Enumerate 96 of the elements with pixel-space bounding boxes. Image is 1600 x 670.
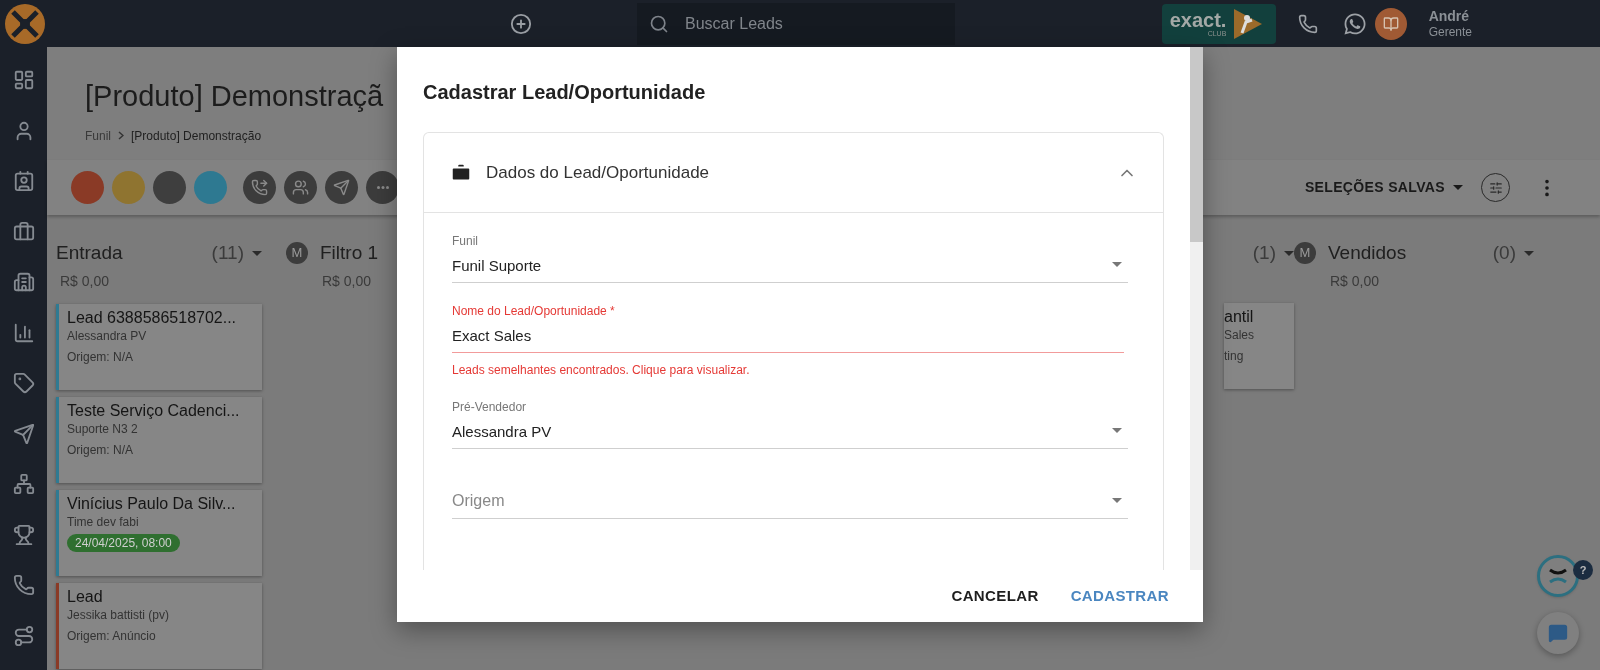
people-icon [292, 179, 309, 196]
field-label: Nome do Lead/Oportunidade * [452, 302, 616, 320]
column-badge: M [1294, 242, 1316, 264]
dialog-title: Cadastrar Lead/Oportunidade [422, 80, 707, 105]
column-total: R$ 0,00 [59, 272, 111, 291]
color-filter[interactable] [194, 171, 227, 204]
column-title: Filtro 1 [320, 240, 379, 265]
select-field[interactable]: Pré-Vendedor Alessandra PV [452, 399, 1128, 449]
column-count-dropdown[interactable]: (1) [1252, 238, 1294, 268]
column-count-dropdown[interactable]: (0) [1492, 238, 1534, 268]
card-title: Teste Serviço Cadenci... [67, 401, 241, 421]
field-placeholder: Origem [452, 491, 506, 511]
lead-card[interactable]: Lead Jessika battisti (pv) Origem: Anúncio [56, 583, 262, 669]
briefcase-icon [450, 161, 472, 184]
saved-selections-dropdown[interactable]: SELEÇÕES SALVAS [1304, 177, 1463, 198]
color-filter[interactable] [112, 171, 145, 204]
input-field[interactable]: Nome do Lead/Oportunidade * Exact Sales [452, 303, 1124, 353]
dropdown-caret-icon [1112, 262, 1122, 267]
column-total: R$ 0,00 [321, 272, 373, 291]
field-value: Alessandra PV [452, 421, 553, 442]
column-title: Entrada [56, 240, 123, 265]
column-total: R$ 0,00 [1329, 272, 1381, 291]
hierarchy-icon[interactable] [12, 473, 35, 495]
user-role: Gerente [1428, 23, 1472, 40]
select-field[interactable]: Origem [452, 469, 1128, 519]
scrollbar[interactable] [1190, 47, 1203, 570]
card-owner: Suporte N3 2 [67, 421, 139, 437]
dropdown-caret-icon [1112, 428, 1122, 433]
chevrons-icon [1547, 566, 1569, 586]
breadcrumb-item: [Produto] Demonstração [131, 127, 262, 145]
toolbar-action[interactable] [366, 171, 399, 204]
user-name: André [1428, 7, 1471, 24]
color-filter[interactable] [153, 171, 186, 204]
breadcrumb-item[interactable]: Funil [85, 126, 111, 145]
book-icon [1382, 15, 1399, 32]
field-value: Funil Suporte [452, 255, 543, 276]
avatar[interactable] [1374, 7, 1407, 40]
add-icon[interactable] [510, 12, 532, 35]
card-origin: Origem: Anúncio [67, 628, 157, 645]
briefcase-icon[interactable] [12, 220, 35, 243]
building-icon[interactable] [12, 271, 35, 293]
section-header[interactable]: Dados do Lead/Oportunidade [424, 133, 1163, 213]
select-field[interactable]: Funil Funil Suporte [452, 233, 1128, 283]
more-icon [376, 186, 389, 189]
card-title: Vinícius Paulo Da Silv... [67, 494, 237, 514]
cancel-button[interactable]: CANCELAR [947, 576, 1043, 616]
date-badge: 24/04/2025, 08:00 [67, 534, 180, 552]
column-title: Vendidos [1328, 240, 1407, 265]
color-filter[interactable] [71, 171, 104, 204]
caret-icon [1453, 185, 1463, 190]
search-icon [649, 13, 669, 34]
card-owner: Sales [1224, 327, 1256, 343]
card-origin: Origem: N/A [67, 349, 134, 366]
brand-name: exact. [1169, 10, 1227, 30]
error-link[interactable]: Leads semelhantes encontrados. Clique para visualizar. [452, 361, 1135, 379]
dropdown-caret-icon [1112, 498, 1122, 503]
lead-card[interactable]: Vinícius Paulo Da Silv... Time dev fabi 24/04/2025, 08:00 [56, 490, 262, 576]
caret-icon [1524, 250, 1534, 256]
card-owner: Jessika battisti (pv) [67, 607, 171, 623]
column-count-dropdown[interactable]: (11) [211, 238, 262, 268]
search-field[interactable]: Buscar Leads [637, 2, 955, 45]
card-origin: Origem: N/A [67, 442, 134, 459]
help-button[interactable] [1537, 555, 1579, 597]
card-title: Lead [67, 587, 104, 607]
card-title: antil [1224, 307, 1255, 327]
tag-icon[interactable] [12, 372, 35, 394]
bar-chart-icon[interactable] [12, 321, 35, 344]
contact-card-icon[interactable] [12, 170, 35, 192]
card-origin: ting [1224, 348, 1245, 365]
caret-icon [252, 250, 262, 256]
lead-card[interactable]: antil Sales ting [1224, 303, 1294, 389]
field-label: Funil [452, 232, 479, 250]
sliders-icon [1488, 180, 1503, 195]
page-title: [Produto] Demonstraçã [85, 79, 384, 114]
card-title: Lead 6388586518702... [67, 308, 238, 328]
card-owner: Alessandra PV [67, 328, 148, 344]
chat-icon [1548, 623, 1568, 643]
lead-card[interactable]: Teste Serviço Cadenci... Suporte N3 2 Origem: N/A [56, 397, 262, 483]
help-badge: ? [1573, 560, 1593, 580]
caret-icon [1284, 250, 1294, 256]
column-badge: M [286, 242, 308, 264]
dashboard-icon[interactable] [12, 69, 35, 91]
lead-card[interactable]: Lead 6388586518702... Alessandra PV Origem: N/A [56, 304, 262, 390]
field-label: Pré-Vendedor [452, 398, 528, 416]
chat-bubble-icon[interactable] [1342, 11, 1367, 36]
card-owner: Time dev fabi [67, 514, 140, 530]
phone-forward-icon [251, 179, 268, 196]
submit-button[interactable]: CADASTRAR [1066, 576, 1173, 616]
chevron-right-icon [118, 131, 124, 140]
trophy-icon[interactable] [12, 523, 35, 546]
phone-icon[interactable] [12, 574, 35, 596]
field-value: Exact Sales [452, 325, 533, 346]
send-icon[interactable] [12, 422, 35, 445]
route-icon[interactable] [12, 624, 35, 647]
send-icon [333, 179, 350, 196]
phone-icon[interactable] [1297, 13, 1318, 34]
